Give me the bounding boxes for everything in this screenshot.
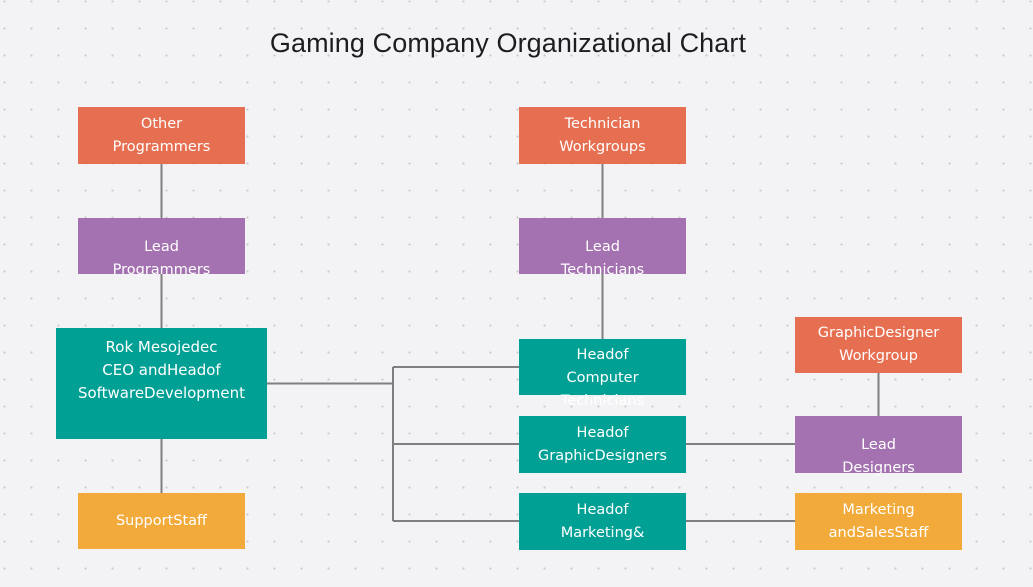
- node-label-line: Designers: [842, 460, 915, 476]
- node-label-line: Marketing&: [560, 524, 645, 541]
- node-marketing-sales-staff[interactable]: Marketing andSalesStaff: [795, 493, 962, 550]
- node-support-staff[interactable]: SupportStaff: [78, 493, 245, 549]
- node-ceo[interactable]: Rok Mesojedec CEO andHeadof SoftwareDeve…: [56, 328, 267, 439]
- node-label-line: Lead: [144, 239, 179, 255]
- node-label-line: Headof: [576, 347, 629, 363]
- node-label-line: CEO andHeadof: [102, 361, 221, 379]
- node-other-programmers[interactable]: Other Programmers: [78, 107, 245, 164]
- node-label-line: Lead: [861, 437, 896, 453]
- node-label-line: Workgroups: [559, 138, 646, 155]
- node-label-line: Marketing: [842, 501, 915, 518]
- node-label-line: Lead: [585, 239, 620, 255]
- node-label-line: Programmers: [112, 138, 211, 155]
- node-technician-workgroups[interactable]: Technician Workgroups: [519, 107, 686, 164]
- node-head-marketing[interactable]: Headof Marketing&: [519, 493, 686, 550]
- node-label-line: Technicians: [560, 262, 645, 278]
- node-label-line: Technician: [564, 115, 641, 132]
- node-label-line: Headof: [576, 424, 629, 441]
- node-label-line: Workgroup: [839, 348, 918, 364]
- node-label-line: GraphicDesigners: [538, 447, 667, 464]
- node-graphic-designer-workgroup[interactable]: GraphicDesigner Workgroup: [795, 317, 962, 373]
- node-label-line: Computer: [566, 370, 639, 386]
- node-lead-programmers[interactable]: Lead Programmers: [78, 218, 245, 278]
- node-label-line: Rok Mesojedec: [105, 338, 218, 356]
- node-head-graphic-designers[interactable]: Headof GraphicDesigners: [519, 416, 686, 473]
- node-label-line: Other: [140, 115, 183, 132]
- node-label-line: GraphicDesigner: [817, 325, 940, 341]
- node-lead-designers[interactable]: Lead Designers: [795, 416, 962, 476]
- node-label-line: andSalesStaff: [828, 524, 929, 541]
- node-head-computer-technicians[interactable]: Headof Computer Technicians: [519, 339, 686, 409]
- node-lead-technicians[interactable]: Lead Technicians: [519, 218, 686, 278]
- node-label-line: SupportStaff: [115, 512, 208, 529]
- node-label-line: Technicians: [560, 393, 645, 409]
- node-label-line: SoftwareDevelopment: [77, 384, 246, 402]
- node-label-line: Headof: [576, 501, 629, 518]
- node-label-line: Programmers: [112, 262, 211, 278]
